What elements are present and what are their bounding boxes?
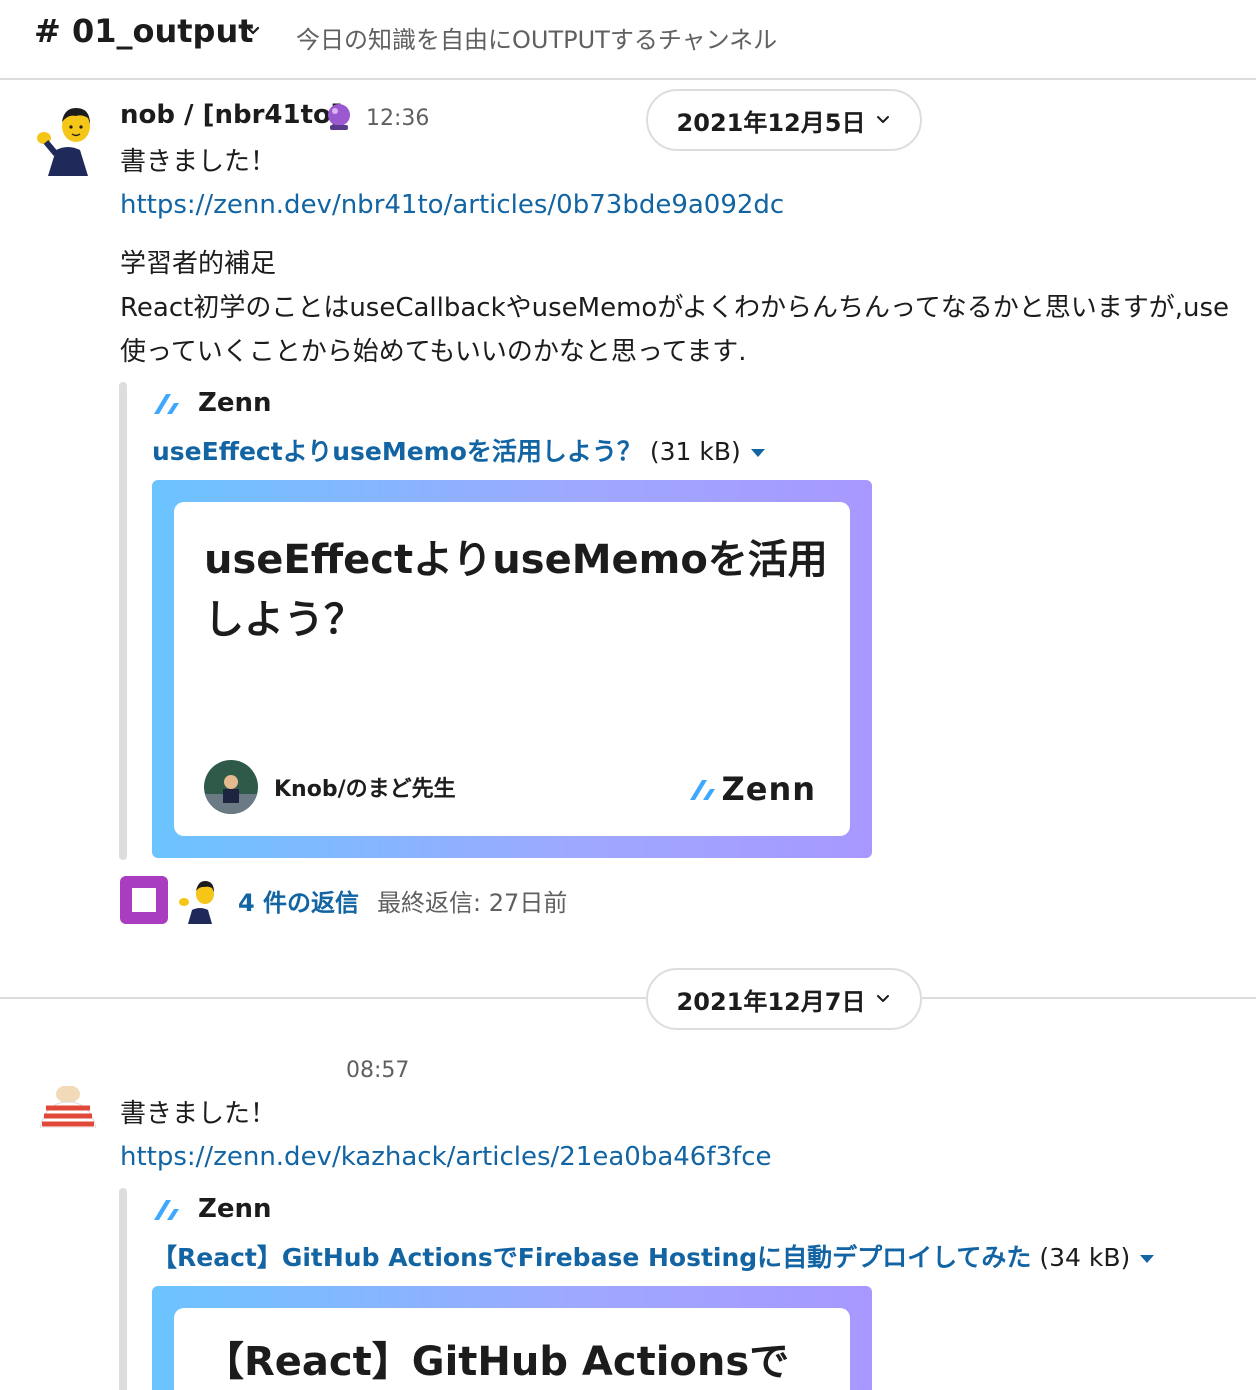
avatar[interactable] — [32, 100, 104, 176]
unfurl-size: (34 kB) — [1039, 1243, 1131, 1272]
date-divider-line — [0, 997, 1256, 999]
date-label: 2021年12月7日 — [676, 987, 866, 1016]
channel-topic[interactable]: 今日の知識を自由にOUTPUTするチャンネル — [296, 20, 777, 55]
thread-replies-link[interactable]: 4 件の返信 — [238, 883, 359, 918]
card-title-line: 【React】GitHub Actionsで — [204, 1339, 790, 1385]
unfurl-title[interactable]: 【React】GitHub ActionsでFirebase Hostingに自… — [152, 1238, 1155, 1274]
avatar — [120, 876, 168, 924]
unfurl-border — [119, 382, 127, 860]
caret-down-icon[interactable] — [750, 449, 765, 457]
message-link[interactable]: https://zenn.dev/nbr41to/articles/0b73bd… — [120, 190, 784, 220]
zenn-logo-icon — [154, 1200, 179, 1220]
unfurl-service-name: Zenn — [198, 388, 272, 418]
message-author[interactable]: nob / [nbr41to] — [120, 100, 343, 130]
unfurl-service: Zenn — [152, 1194, 272, 1224]
card-author: Knob/のまど先生 — [204, 760, 456, 814]
avatar — [176, 876, 224, 924]
card-brand-name: Zenn — [721, 770, 816, 808]
unfurl-size: (31 kB) — [649, 437, 741, 466]
date-label: 2021年12月5日 — [676, 108, 866, 137]
unfurl-preview-card[interactable]: useEffectよりuseMemoを活用 しよう？ Knob/のまど先生 Ze… — [152, 480, 872, 858]
card-author-avatar — [204, 760, 258, 814]
crystal-ball-icon — [328, 104, 350, 130]
chevron-down-icon — [877, 995, 890, 1002]
chevron-down-icon — [877, 116, 890, 123]
unfurl-border — [119, 1188, 127, 1390]
channel-name[interactable]: # 01_output — [34, 12, 254, 50]
message-body-line: React初学のことはuseCallbackやuseMemoがよくわからんちんっ… — [120, 293, 1230, 323]
message-timestamp[interactable]: 08:57 — [346, 1058, 409, 1083]
unfurl-title-link[interactable]: 【React】GitHub ActionsでFirebase Hostingに自… — [152, 1243, 1031, 1272]
unfurl-title-link[interactable]: useEffectよりuseMemoを活用しよう？ — [152, 437, 642, 466]
message-body-line: 使っていくことから始めてもいいのかなと思ってます. — [120, 337, 747, 367]
card-title: useEffectよりuseMemoを活用 しよう？ — [204, 530, 828, 650]
unfurl-preview-card[interactable]: 【React】GitHub Actionsで — [152, 1286, 872, 1390]
zenn-logo-icon — [154, 394, 179, 414]
unfurl-service-name: Zenn — [198, 1194, 272, 1224]
card-author-name: Knob/のまど先生 — [274, 777, 456, 802]
caret-down-icon[interactable] — [1140, 1255, 1155, 1263]
card-title: 【React】GitHub Actionsで — [204, 1332, 789, 1390]
card-title-line: しよう？ — [204, 597, 364, 643]
channel-header: # 01_output 今日の知識を自由にOUTPUTするチャンネル — [0, 0, 1256, 80]
date-divider-pill[interactable]: 2021年12月5日 — [646, 89, 922, 151]
message-body-line: 学習者的補足 — [120, 249, 277, 279]
date-divider-pill[interactable]: 2021年12月7日 — [646, 968, 922, 1030]
card-title-line: useEffectよりuseMemoを活用 — [204, 537, 828, 583]
zenn-logo-icon — [689, 780, 715, 800]
message-timestamp[interactable]: 12:36 — [366, 106, 429, 131]
message-link[interactable]: https://zenn.dev/kazhack/articles/21ea0b… — [120, 1142, 772, 1172]
avatar[interactable] — [32, 1086, 104, 1128]
thread-summary[interactable]: 4 件の返信 最終返信: 27日前 — [120, 876, 567, 924]
chevron-down-icon[interactable] — [244, 22, 262, 40]
card-brand: Zenn — [688, 770, 816, 808]
thread-last-reply: 最終返信: 27日前 — [377, 888, 568, 917]
unfurl-title[interactable]: useEffectよりuseMemoを活用しよう？ (31 kB) — [152, 432, 765, 468]
message-text: 書きました！ — [120, 1099, 277, 1129]
unfurl-service: Zenn — [152, 388, 272, 418]
message-text: 書きました！ — [120, 147, 277, 177]
